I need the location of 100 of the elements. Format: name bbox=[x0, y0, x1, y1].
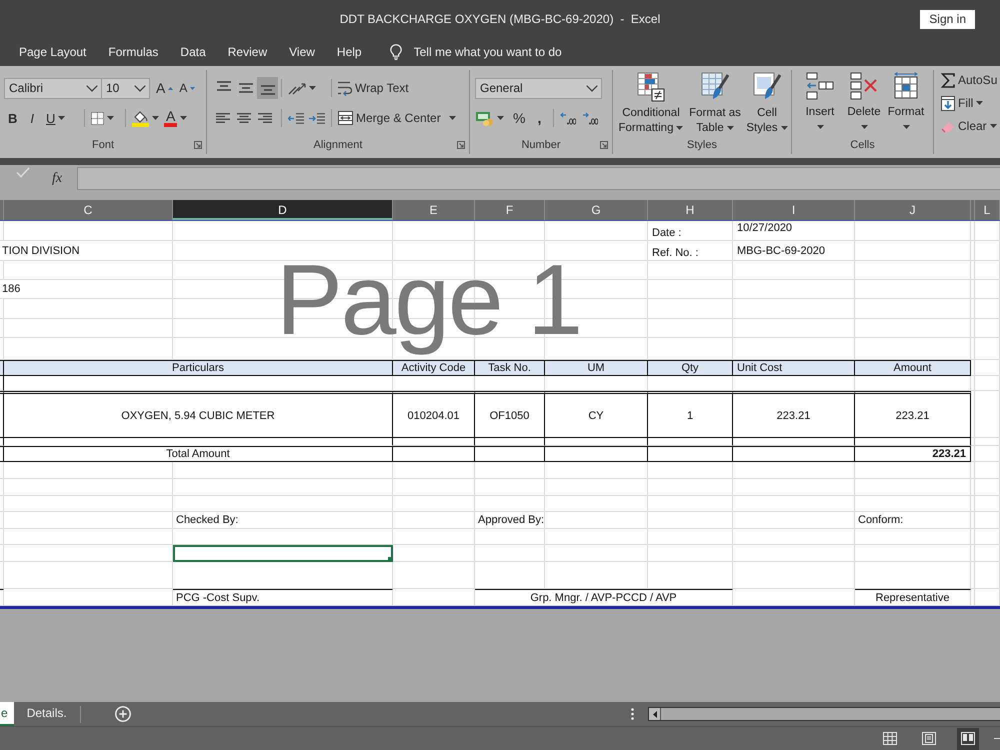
selected-cell[interactable] bbox=[173, 545, 393, 562]
decimal-arrow-icon bbox=[582, 112, 598, 124]
dialog-launcher-button[interactable] bbox=[194, 141, 202, 149]
shrink-font-button[interactable]: A bbox=[176, 77, 198, 99]
insert-function-button[interactable]: fx bbox=[52, 167, 62, 190]
ribbon-tab[interactable]: Help bbox=[336, 45, 362, 59]
plus-circle-icon[interactable] bbox=[114, 706, 131, 722]
table-cell: 223.21 bbox=[733, 391, 855, 438]
font-size-dropdown[interactable]: 10 bbox=[101, 78, 150, 98]
money-icon bbox=[476, 110, 494, 126]
ribbon-tab[interactable]: View bbox=[289, 45, 315, 59]
percent-style-button[interactable]: % bbox=[509, 107, 530, 129]
caret-down-icon bbox=[780, 126, 788, 130]
horizontal-scrollbar[interactable] bbox=[648, 707, 1000, 721]
dialog-launcher-button[interactable] bbox=[457, 141, 465, 149]
caret-down-icon bbox=[990, 124, 997, 128]
caret-down-icon bbox=[448, 116, 456, 120]
vertical-dots-icon[interactable] bbox=[631, 708, 634, 720]
vertical-align-button[interactable] bbox=[257, 77, 278, 99]
grid-resize-icon bbox=[892, 72, 920, 100]
grow-font-button[interactable]: A bbox=[153, 77, 176, 99]
grid-view-icon bbox=[883, 732, 897, 745]
table-cell: CY bbox=[545, 391, 648, 438]
editing-button[interactable]: Clear bbox=[941, 116, 1000, 136]
field-label: Date : bbox=[651, 226, 682, 241]
merge-center-button[interactable]: Merge & Center bbox=[337, 107, 457, 129]
cells-button[interactable]: Format bbox=[885, 70, 927, 136]
table-cell: 010204.01 bbox=[393, 391, 475, 438]
bold-button[interactable]: B bbox=[4, 107, 22, 129]
caret-down-icon bbox=[180, 116, 188, 120]
column-header[interactable]: D bbox=[173, 200, 393, 220]
fill-handle-icon[interactable] bbox=[388, 557, 393, 562]
border-grid-icon bbox=[91, 112, 104, 124]
indent-increase-icon bbox=[309, 112, 325, 124]
sign-in-button[interactable]: Sign in bbox=[920, 10, 975, 28]
caret-down-icon bbox=[676, 126, 684, 130]
lightbulb-icon bbox=[390, 44, 402, 60]
ribbon-tab[interactable]: Page Layout bbox=[19, 45, 86, 59]
field-label: Ref. No. : bbox=[651, 246, 700, 261]
cells-button[interactable]: Insert bbox=[797, 70, 843, 136]
signature-role: Representative bbox=[855, 589, 971, 606]
ribbon-tab[interactable]: Review bbox=[228, 45, 268, 59]
font-name-dropdown[interactable]: Calibri bbox=[4, 78, 102, 98]
group-label: Styles bbox=[687, 139, 717, 151]
corner-arrow-icon bbox=[600, 141, 608, 149]
eraser-icon bbox=[941, 120, 955, 132]
group-label: Number bbox=[521, 139, 561, 151]
number-format-dropdown[interactable]: General bbox=[475, 78, 602, 98]
editing-button[interactable]: AutoSu bbox=[941, 70, 1000, 90]
underline-button[interactable]: U bbox=[43, 107, 68, 129]
dialog-launcher-button[interactable] bbox=[600, 141, 608, 149]
sheet-tab[interactable]: Details. bbox=[14, 702, 80, 726]
wrap-text-button[interactable]: Wrap Text bbox=[337, 77, 410, 99]
field-value: MBG-BC-69-2020 bbox=[736, 244, 826, 259]
italic-button[interactable]: I bbox=[25, 107, 40, 129]
chevron-down-icon bbox=[86, 84, 98, 92]
cell-brush-icon bbox=[753, 72, 781, 102]
paint-bucket-icon bbox=[132, 110, 149, 126]
chevron-down-icon bbox=[586, 84, 598, 92]
group-label: Font bbox=[92, 139, 114, 151]
align-top-icon bbox=[216, 81, 230, 91]
sheet-tab[interactable]: e bbox=[0, 702, 14, 726]
check-icon[interactable] bbox=[16, 167, 30, 178]
table-header-cell: Particulars bbox=[4, 360, 393, 376]
grid-not-equal-icon bbox=[637, 72, 665, 102]
decimal-arrow-icon bbox=[560, 112, 576, 124]
table-header-cell: Activity Code bbox=[393, 360, 475, 376]
page-break-icon bbox=[961, 732, 975, 745]
field-value: 10/27/2020 bbox=[736, 221, 794, 236]
scroll-left-button[interactable] bbox=[649, 708, 661, 720]
signature-role: Grp. Mngr. / AVP-PCCD / AVP bbox=[475, 589, 733, 606]
caret-down-icon bbox=[976, 101, 984, 105]
styles-button[interactable]: Cell Styles bbox=[743, 70, 791, 136]
comma-style-button[interactable]: , bbox=[533, 107, 546, 129]
table-header-cell: UM bbox=[545, 360, 648, 376]
group-label: Alignment bbox=[314, 139, 362, 151]
font-color-button[interactable]: A bbox=[162, 107, 190, 129]
ribbon-tab[interactable]: Formulas bbox=[108, 45, 158, 59]
table-header-cell: Task No. bbox=[475, 360, 545, 376]
corner-arrow-icon bbox=[457, 141, 465, 149]
view-button[interactable] bbox=[957, 728, 979, 750]
down-arrow-box-icon bbox=[941, 96, 955, 110]
signature-role: PCG -Cost Supv. bbox=[173, 589, 393, 606]
page-layout-icon bbox=[922, 732, 936, 745]
editing-button[interactable]: Fill bbox=[941, 93, 1000, 113]
ribbon-tab[interactable]: Data bbox=[180, 45, 206, 59]
styles-button[interactable]: Format as Table bbox=[687, 70, 743, 136]
caret-down-icon bbox=[816, 125, 824, 129]
styles-button[interactable]: Conditional Formatting bbox=[615, 70, 687, 136]
total-amount: 223.21 bbox=[855, 446, 971, 462]
tell-me-search-field[interactable]: Tell me what you want to do bbox=[414, 43, 614, 61]
wrap-text-icon bbox=[338, 80, 352, 96]
align-left-icon bbox=[216, 113, 230, 123]
cells-button[interactable]: Delete bbox=[843, 70, 885, 136]
group-label: Cells bbox=[850, 139, 875, 151]
caret-down-icon bbox=[190, 86, 196, 90]
table-header-cell: Qty bbox=[648, 360, 733, 376]
formula-input[interactable] bbox=[77, 167, 1000, 190]
caret-down-icon bbox=[860, 125, 868, 129]
align-right-icon bbox=[258, 113, 272, 123]
